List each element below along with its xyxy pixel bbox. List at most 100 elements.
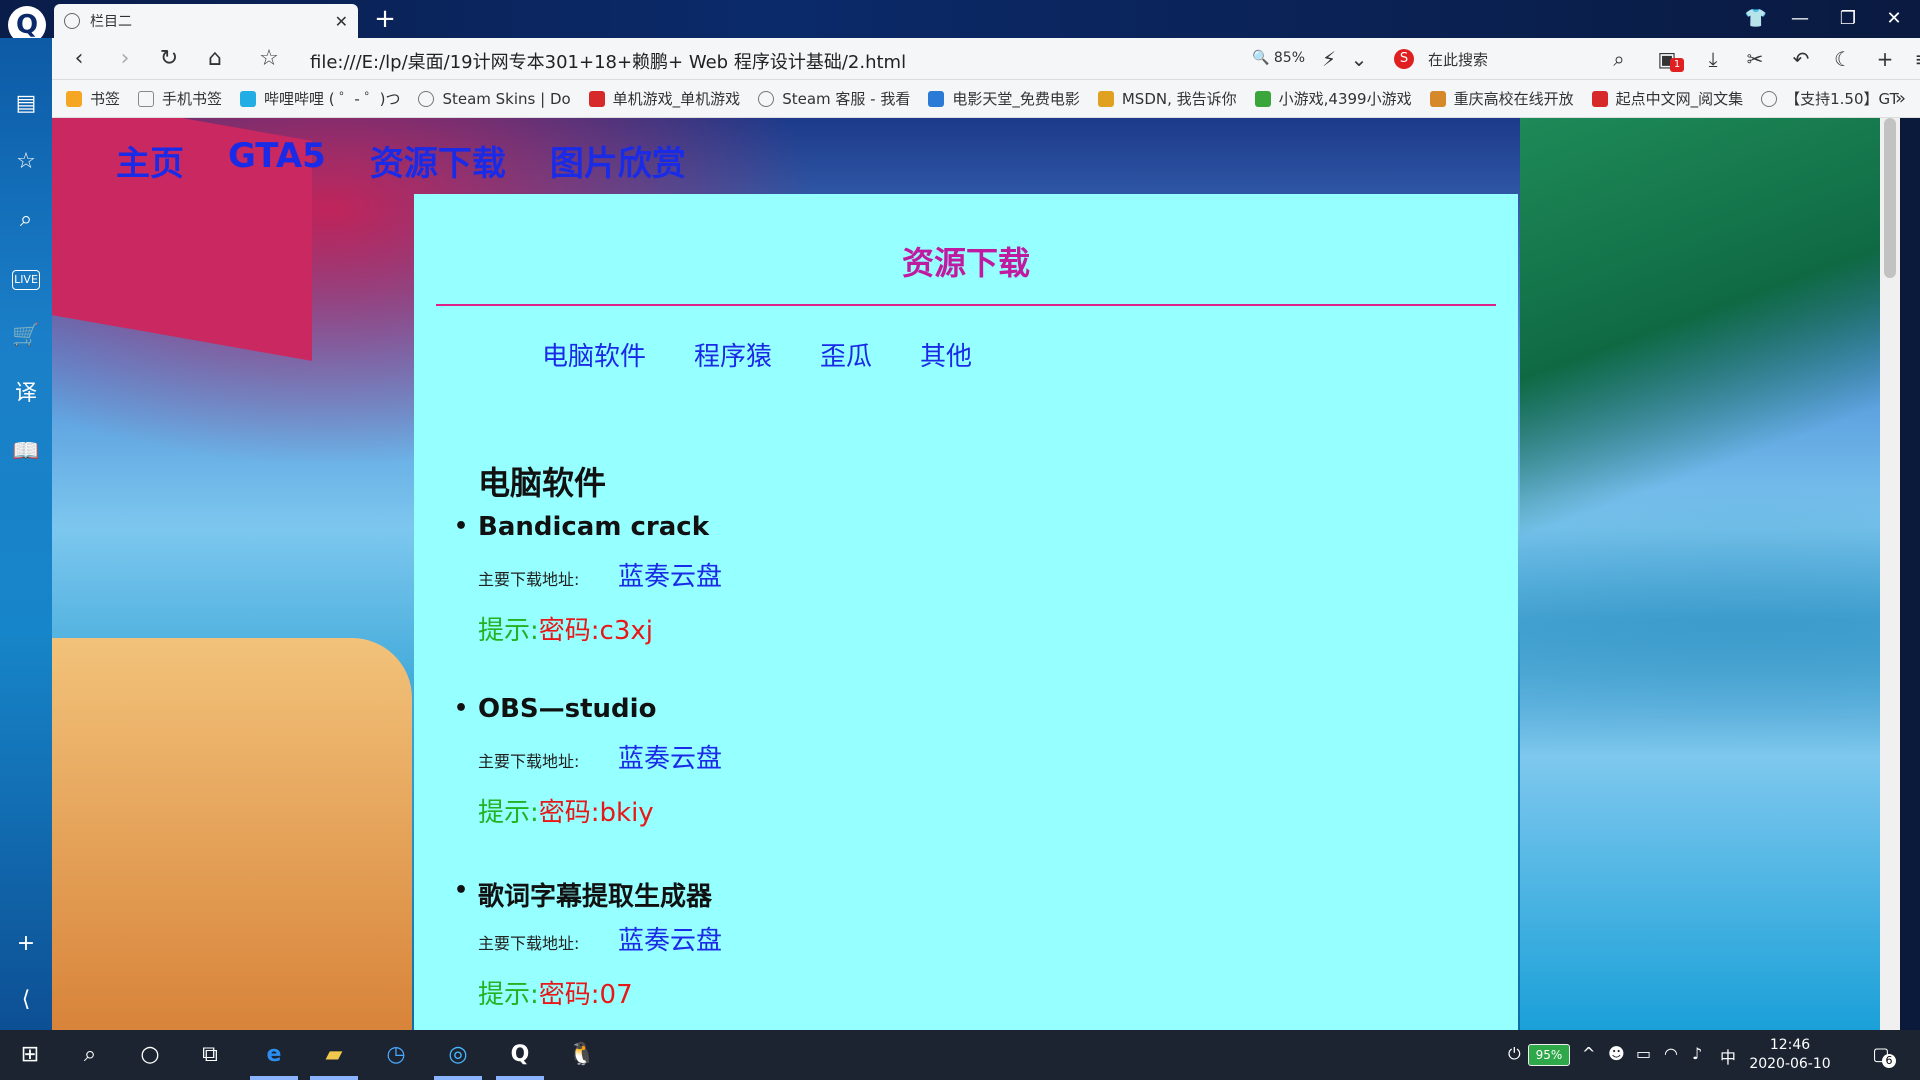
- minimize-icon[interactable]: —: [1780, 4, 1820, 34]
- undo-icon[interactable]: ↶: [1786, 44, 1816, 74]
- nav-downloads-link[interactable]: 资源下载: [370, 136, 506, 185]
- extensions-icon[interactable]: ▣ 1: [1652, 44, 1684, 74]
- globe-icon: [64, 13, 80, 29]
- bilibili-icon: [240, 90, 257, 107]
- tab-close-icon[interactable]: ✕: [335, 12, 348, 31]
- search-icon[interactable]: ⌕: [74, 1039, 106, 1071]
- edge-icon[interactable]: e: [258, 1039, 290, 1071]
- home-icon[interactable]: ⌂: [198, 44, 232, 74]
- bookmark-item[interactable]: 重庆高校在线开放: [1429, 88, 1574, 109]
- taskbar-clock[interactable]: 12:46 2020-06-10: [1740, 1036, 1840, 1074]
- tray-expand-icon[interactable]: ^: [1582, 1044, 1595, 1063]
- bookmark-item[interactable]: MSDN, 我告诉你: [1097, 88, 1237, 109]
- nav-gallery-link[interactable]: 图片欣赏: [550, 136, 686, 185]
- search-input[interactable]: 在此搜索: [1428, 49, 1488, 70]
- bookmark-item[interactable]: 书签: [66, 88, 120, 109]
- nav-gta5-link[interactable]: GTA5: [228, 136, 326, 185]
- forward-icon[interactable]: ›: [108, 44, 142, 74]
- close-window-icon[interactable]: ✕: [1874, 4, 1914, 34]
- add-icon[interactable]: +: [12, 930, 40, 958]
- globe-icon: [758, 90, 775, 107]
- category-link-misc[interactable]: 歪瓜: [820, 336, 872, 373]
- menu-icon[interactable]: ≡: [1908, 44, 1920, 74]
- screenshot-icon[interactable]: ✂: [1740, 44, 1770, 74]
- address-bar-row: ‹ › ↻ ⌂ ☆ file:///E:/lp/桌面/19计网专本301+18+…: [52, 38, 1920, 80]
- bookmark-item[interactable]: 单机游戏_单机游戏: [588, 88, 740, 109]
- browser-tab[interactable]: 栏目二 ✕: [54, 4, 358, 38]
- bookmark-item[interactable]: 起点中文网_阅文集: [1591, 88, 1743, 109]
- cortana-icon[interactable]: ○: [134, 1039, 166, 1071]
- bookmark-item[interactable]: 小游戏,4399小游戏: [1254, 88, 1412, 109]
- download-icon[interactable]: ⤓: [1698, 44, 1728, 74]
- mobile-icon: [138, 90, 155, 107]
- password-text: 密码:c3xj: [538, 616, 653, 646]
- restore-icon[interactable]: ❐: [1828, 4, 1868, 34]
- skin-icon[interactable]: 👕: [1736, 4, 1776, 34]
- bookmark-item[interactable]: Steam Skins | Do: [418, 90, 571, 108]
- bookmark-item[interactable]: Steam 客服 - 我看: [758, 88, 910, 109]
- bookmark-star-icon[interactable]: ☆: [252, 44, 286, 74]
- collapse-icon[interactable]: ⟨: [12, 986, 40, 1014]
- password-text: 密码:bkiy: [538, 798, 654, 828]
- windows-start-icon[interactable]: ⊞: [14, 1039, 46, 1071]
- category-link-programmer[interactable]: 程序猿: [694, 336, 772, 373]
- nav-home-link[interactable]: 主页: [116, 136, 184, 185]
- app-icon[interactable]: ◎: [442, 1039, 474, 1071]
- live-icon[interactable]: LIVE: [12, 270, 40, 290]
- qq-penguin-icon[interactable]: 🐧: [566, 1039, 598, 1071]
- zoom-level[interactable]: 🔍 85%: [1252, 50, 1305, 66]
- lightning-icon[interactable]: ⚡: [1314, 44, 1344, 74]
- msdn-icon: [1097, 90, 1114, 107]
- side-dock: ▤ ☆ ⌕ LIVE 🛒 译 📖 + ⟨: [0, 38, 52, 1030]
- power-plug-icon[interactable]: ⏻: [1508, 1044, 1521, 1064]
- tray-app-icon[interactable]: ☻: [1608, 1044, 1625, 1063]
- title-divider: [436, 304, 1496, 306]
- software-item-title: OBS—studio: [454, 694, 657, 724]
- bookmarks-overflow-icon[interactable]: »: [1895, 88, 1906, 109]
- active-indicator: [496, 1076, 544, 1080]
- bookmark-item[interactable]: 哔哩哔哩 ( ゜- ゜)つ: [240, 88, 400, 109]
- search-box[interactable]: S 在此搜索: [1394, 44, 1634, 74]
- qidian-icon: [1591, 90, 1608, 107]
- battery-level[interactable]: 95%: [1528, 1044, 1570, 1066]
- globe-icon: [418, 90, 435, 107]
- category-nav: 电脑软件 程序猿 歪瓜 其他: [542, 336, 972, 373]
- url-field[interactable]: file:///E:/lp/桌面/19计网专本301+18+赖鹏+ Web 程序…: [310, 48, 906, 74]
- book-icon[interactable]: 📖: [12, 438, 40, 466]
- reload-icon[interactable]: ↻: [152, 44, 186, 74]
- category-link-other[interactable]: 其他: [920, 336, 972, 373]
- qq-browser-icon[interactable]: Q: [504, 1039, 536, 1071]
- input-method[interactable]: 中: [1720, 1044, 1736, 1068]
- reader-icon[interactable]: ▤: [12, 90, 40, 118]
- windows-taskbar: ⊞ ⌕ ○ ⧉ e ▰ ◷ ◎ Q 🐧 ⏻ 95% ^ ☻ ▭ ◠ ♪ 中 12…: [0, 1030, 1920, 1080]
- back-icon[interactable]: ‹: [62, 44, 96, 74]
- night-mode-icon[interactable]: ☾: [1828, 44, 1858, 74]
- category-link-software[interactable]: 电脑软件: [542, 336, 646, 373]
- translate-icon[interactable]: 译: [12, 380, 40, 408]
- clock-time: 12:46: [1769, 1037, 1811, 1053]
- bookmark-item[interactable]: 手机书签: [138, 88, 222, 109]
- download-link[interactable]: 蓝奏云盘: [618, 738, 722, 775]
- page-viewport: 主页 GTA5 资源下载 图片欣赏 资源下载 电脑软件 程序猿 歪瓜 其他 电脑…: [52, 118, 1900, 1030]
- volume-icon[interactable]: ♪: [1692, 1044, 1702, 1063]
- search-icon[interactable]: ⌕: [1604, 44, 1634, 74]
- favorites-star-icon[interactable]: ☆: [12, 148, 40, 176]
- add-icon[interactable]: +: [1870, 44, 1900, 74]
- download-link[interactable]: 蓝奏云盘: [618, 920, 722, 957]
- notification-center-icon[interactable]: ▢ 6: [1866, 1040, 1896, 1070]
- download-link[interactable]: 蓝奏云盘: [618, 556, 722, 593]
- chevron-down-icon[interactable]: ⌄: [1344, 44, 1374, 74]
- bookmark-item[interactable]: 电影天堂_免费电影: [928, 88, 1080, 109]
- task-view-icon[interactable]: ⧉: [194, 1039, 226, 1071]
- shopping-cart-icon[interactable]: 🛒: [12, 322, 40, 350]
- clock-app-icon[interactable]: ◷: [380, 1039, 412, 1071]
- notification-count: 6: [1882, 1054, 1896, 1068]
- page-scrollbar[interactable]: [1880, 118, 1900, 1030]
- new-tab-icon[interactable]: +: [370, 4, 400, 34]
- file-explorer-icon[interactable]: ▰: [318, 1039, 350, 1071]
- wifi-icon[interactable]: ◠: [1664, 1044, 1678, 1063]
- battery-icon[interactable]: ▭: [1636, 1044, 1651, 1063]
- search-icon[interactable]: ⌕: [12, 206, 40, 234]
- bookmark-item[interactable]: 【支持1.50】GT: [1761, 88, 1899, 109]
- scrollbar-thumb[interactable]: [1884, 118, 1896, 278]
